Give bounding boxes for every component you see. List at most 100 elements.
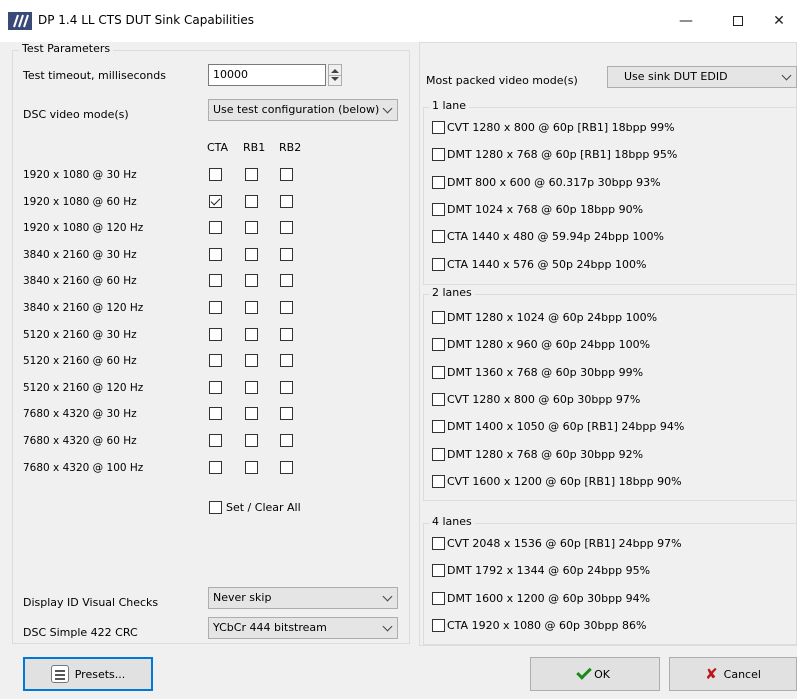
video-mode-label[interactable]: DMT 1400 x 1050 @ 60p [RB1] 24bpp 94% xyxy=(447,420,684,433)
dsc-video-mode-value: Use test configuration (below) xyxy=(213,103,380,116)
video-mode-label[interactable]: DMT 1280 x 768 @ 60p [RB1] 18bpp 95% xyxy=(447,148,677,161)
video-mode-checkbox[interactable] xyxy=(432,148,445,161)
resolution-checkbox-rb1[interactable] xyxy=(245,274,258,287)
video-mode-checkbox[interactable] xyxy=(432,258,445,271)
resolution-row-label: 7680 x 4320 @ 100 Hz xyxy=(23,462,144,474)
resolution-checkbox-rb2[interactable] xyxy=(280,434,293,447)
video-mode-checkbox[interactable] xyxy=(432,420,445,433)
video-mode-checkbox[interactable] xyxy=(432,121,445,134)
video-mode-label[interactable]: CTA 1920 x 1080 @ 60p 30bpp 86% xyxy=(447,619,646,632)
video-mode-label[interactable]: DMT 1792 x 1344 @ 60p 24bpp 95% xyxy=(447,564,650,577)
packed-mode-value: Use sink DUT EDID xyxy=(624,70,728,83)
app-logo-icon xyxy=(8,12,32,30)
video-mode-label[interactable]: DMT 1024 x 768 @ 60p 18bpp 90% xyxy=(447,203,643,216)
ok-label: OK xyxy=(594,667,610,681)
window-title: DP 1.4 LL CTS DUT Sink Capabilities xyxy=(38,13,254,27)
video-mode-label[interactable]: DMT 800 x 600 @ 60.317p 30bpp 93% xyxy=(447,176,661,189)
close-button[interactable]: ✕ xyxy=(757,8,797,34)
resolution-checkbox-rb2[interactable] xyxy=(280,407,293,420)
resolution-row-label: 3840 x 2160 @ 30 Hz xyxy=(23,249,137,261)
timeout-label: Test timeout, milliseconds xyxy=(23,69,166,82)
resolution-checkbox-rb2[interactable] xyxy=(280,274,293,287)
resolution-checkbox-rb1[interactable] xyxy=(245,461,258,474)
resolution-checkbox-cta[interactable] xyxy=(209,461,222,474)
video-mode-label[interactable]: DMT 1280 x 1024 @ 60p 24bpp 100% xyxy=(447,311,657,324)
spin-down-icon xyxy=(331,77,339,81)
resolution-checkbox-rb1[interactable] xyxy=(245,381,258,394)
video-mode-label[interactable]: CTA 1440 x 576 @ 50p 24bpp 100% xyxy=(447,258,646,271)
resolution-checkbox-rb2[interactable] xyxy=(280,221,293,234)
video-mode-label[interactable]: DMT 1600 x 1200 @ 60p 30bpp 94% xyxy=(447,592,650,605)
timeout-spinner[interactable] xyxy=(328,64,342,86)
timeout-input[interactable]: 10000 xyxy=(208,64,326,86)
resolution-checkbox-rb1[interactable] xyxy=(245,221,258,234)
video-mode-label[interactable]: CVT 1280 x 800 @ 60p [RB1] 18bpp 99% xyxy=(447,121,675,134)
dsc-video-mode-select[interactable]: Use test configuration (below) xyxy=(208,99,398,121)
ok-button[interactable]: OK xyxy=(530,657,660,691)
resolution-checkbox-cta[interactable] xyxy=(209,434,222,447)
video-mode-label[interactable]: DMT 1280 x 768 @ 60p 30bpp 92% xyxy=(447,448,643,461)
resolution-checkbox-cta[interactable] xyxy=(209,381,222,394)
video-mode-label[interactable]: DMT 1360 x 768 @ 60p 30bpp 99% xyxy=(447,366,643,379)
resolution-checkbox-rb2[interactable] xyxy=(280,381,293,394)
video-mode-label[interactable]: CVT 1280 x 800 @ 60p 30bpp 97% xyxy=(447,393,640,406)
video-mode-checkbox[interactable] xyxy=(432,619,445,632)
resolution-checkbox-rb2[interactable] xyxy=(280,328,293,341)
resolution-checkbox-rb2[interactable] xyxy=(280,248,293,261)
cancel-button[interactable]: ✘ Cancel xyxy=(669,657,797,691)
video-mode-label[interactable]: CTA 1440 x 480 @ 59.94p 24bpp 100% xyxy=(447,230,664,243)
minimize-button[interactable]: — xyxy=(664,8,708,34)
set-clear-all-checkbox[interactable] xyxy=(209,501,222,514)
video-mode-checkbox[interactable] xyxy=(432,176,445,189)
video-mode-checkbox[interactable] xyxy=(432,366,445,379)
resolution-checkbox-cta[interactable] xyxy=(209,195,222,208)
chevron-down-icon xyxy=(382,103,393,114)
resolution-checkbox-rb1[interactable] xyxy=(245,328,258,341)
resolution-checkbox-cta[interactable] xyxy=(209,274,222,287)
video-mode-checkbox[interactable] xyxy=(432,592,445,605)
video-mode-checkbox[interactable] xyxy=(432,203,445,216)
display-id-select[interactable]: Never skip xyxy=(208,587,398,609)
resolution-checkbox-rb2[interactable] xyxy=(280,168,293,181)
presets-button[interactable]: Presets... xyxy=(23,657,153,691)
resolution-checkbox-rb1[interactable] xyxy=(245,434,258,447)
resolution-checkbox-cta[interactable] xyxy=(209,301,222,314)
resolution-checkbox-cta[interactable] xyxy=(209,248,222,261)
resolution-checkbox-cta[interactable] xyxy=(209,168,222,181)
video-mode-label[interactable]: DMT 1280 x 960 @ 60p 24bpp 100% xyxy=(447,338,650,351)
video-mode-checkbox[interactable] xyxy=(432,475,445,488)
resolution-checkbox-rb1[interactable] xyxy=(245,248,258,261)
resolution-checkbox-rb2[interactable] xyxy=(280,301,293,314)
resolution-checkbox-rb1[interactable] xyxy=(245,168,258,181)
resolution-checkbox-rb2[interactable] xyxy=(280,461,293,474)
resolution-checkbox-rb1[interactable] xyxy=(245,195,258,208)
video-mode-checkbox[interactable] xyxy=(432,311,445,324)
video-mode-checkbox[interactable] xyxy=(432,448,445,461)
x-icon: ✘ xyxy=(705,665,718,683)
checkmark-icon xyxy=(576,664,592,680)
maximize-button[interactable] xyxy=(716,8,760,34)
video-mode-checkbox[interactable] xyxy=(432,537,445,550)
resolution-checkbox-cta[interactable] xyxy=(209,221,222,234)
video-mode-checkbox[interactable] xyxy=(432,338,445,351)
video-mode-checkbox[interactable] xyxy=(432,230,445,243)
packed-mode-label: Most packed video mode(s) xyxy=(426,74,578,87)
set-clear-all-label[interactable]: Set / Clear All xyxy=(226,501,301,514)
title-bar: DP 1.4 LL CTS DUT Sink Capabilities — ✕ xyxy=(0,0,797,42)
resolution-checkbox-cta[interactable] xyxy=(209,328,222,341)
resolution-checkbox-cta[interactable] xyxy=(209,407,222,420)
video-mode-checkbox[interactable] xyxy=(432,564,445,577)
resolution-checkbox-cta[interactable] xyxy=(209,354,222,367)
packed-mode-select[interactable]: Use sink DUT EDID xyxy=(607,66,797,88)
resolution-checkbox-rb2[interactable] xyxy=(280,354,293,367)
resolution-checkbox-rb2[interactable] xyxy=(280,195,293,208)
resolution-checkbox-rb1[interactable] xyxy=(245,407,258,420)
display-id-value: Never skip xyxy=(213,591,272,604)
resolution-checkbox-rb1[interactable] xyxy=(245,354,258,367)
display-id-label: Display ID Visual Checks xyxy=(23,596,159,609)
video-mode-label[interactable]: CVT 1600 x 1200 @ 60p [RB1] 18bpp 90% xyxy=(447,475,682,488)
video-mode-checkbox[interactable] xyxy=(432,393,445,406)
resolution-checkbox-rb1[interactable] xyxy=(245,301,258,314)
dsc-422-select[interactable]: YCbCr 444 bitstream xyxy=(208,617,398,639)
video-mode-label[interactable]: CVT 2048 x 1536 @ 60p [RB1] 24bpp 97% xyxy=(447,537,682,550)
